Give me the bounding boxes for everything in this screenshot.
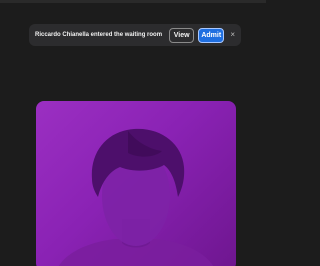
- participant-video-tile[interactable]: [36, 101, 236, 266]
- notification-message: Riccardo Chianella entered the waiting r…: [35, 32, 163, 38]
- meeting-window: Riccardo Chianella entered the waiting r…: [0, 0, 266, 266]
- waiting-room-notification: Riccardo Chianella entered the waiting r…: [29, 24, 241, 46]
- person-silhouette-icon: [58, 128, 214, 266]
- close-icon[interactable]: ×: [230, 31, 235, 39]
- window-top-edge: [0, 0, 266, 3]
- view-button[interactable]: View: [169, 27, 195, 43]
- admit-button[interactable]: Admit: [198, 27, 225, 43]
